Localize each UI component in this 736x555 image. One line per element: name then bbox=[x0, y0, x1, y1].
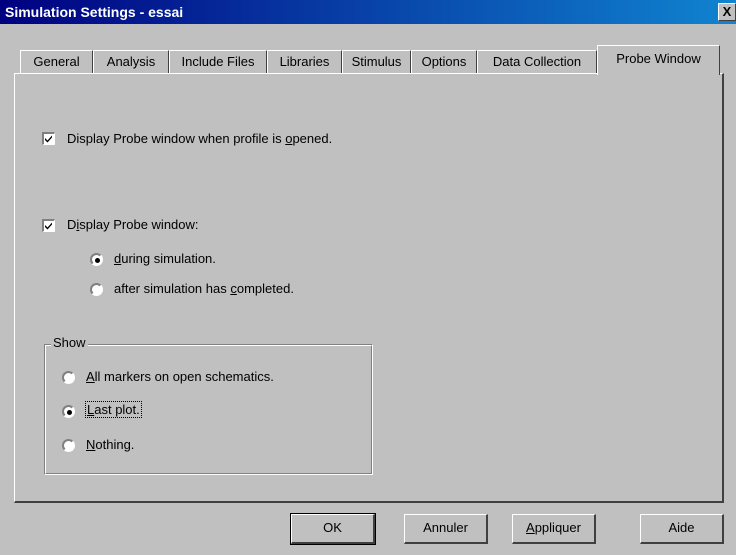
tab-options[interactable]: Options bbox=[411, 50, 477, 74]
tab-stimulus[interactable]: Stimulus bbox=[342, 50, 411, 74]
during-simulation-label[interactable]: during simulation. bbox=[114, 251, 216, 266]
all-markers-radio[interactable] bbox=[62, 371, 75, 384]
tab-probe-window[interactable]: Probe Window bbox=[597, 45, 720, 75]
close-icon: X bbox=[722, 4, 732, 19]
checkmark-icon bbox=[45, 222, 52, 230]
apply-button[interactable]: Appliquer bbox=[512, 514, 596, 544]
cancel-button[interactable]: Annuler bbox=[404, 514, 488, 544]
close-button[interactable]: X bbox=[718, 3, 736, 21]
open-on-profile-checkbox[interactable] bbox=[42, 132, 55, 145]
tab-include-files[interactable]: Include Files bbox=[169, 50, 267, 74]
simulation-settings-dialog: Simulation Settings - essai X General An… bbox=[0, 0, 736, 555]
nothing-radio[interactable] bbox=[62, 439, 75, 452]
nothing-label[interactable]: Nothing. bbox=[86, 437, 134, 452]
tab-general[interactable]: General bbox=[20, 50, 93, 74]
all-markers-label[interactable]: All markers on open schematics. bbox=[86, 369, 274, 384]
ok-button[interactable]: OK bbox=[290, 513, 376, 545]
radio-dot-icon bbox=[67, 410, 72, 415]
open-on-profile-label[interactable]: Display Probe window when profile is ope… bbox=[67, 131, 332, 146]
display-probe-checkbox[interactable] bbox=[42, 219, 55, 232]
after-simulation-label[interactable]: after simulation has completed. bbox=[114, 281, 294, 296]
show-group-title: Show bbox=[51, 335, 88, 350]
help-button[interactable]: Aide bbox=[640, 514, 724, 544]
during-simulation-radio[interactable] bbox=[90, 253, 103, 266]
after-simulation-radio[interactable] bbox=[90, 283, 103, 296]
checkmark-icon bbox=[45, 135, 52, 143]
last-plot-radio[interactable] bbox=[62, 405, 75, 418]
last-plot-label[interactable]: Last plot. bbox=[85, 401, 142, 418]
radio-dot-icon bbox=[95, 258, 100, 263]
tab-libraries[interactable]: Libraries bbox=[267, 50, 342, 74]
tab-data-collection[interactable]: Data Collection bbox=[477, 50, 597, 74]
title-bar[interactable]: Simulation Settings - essai X bbox=[0, 0, 736, 24]
tab-analysis[interactable]: Analysis bbox=[93, 50, 169, 74]
window-title: Simulation Settings - essai bbox=[5, 4, 184, 20]
display-probe-label[interactable]: Display Probe window: bbox=[67, 217, 199, 232]
